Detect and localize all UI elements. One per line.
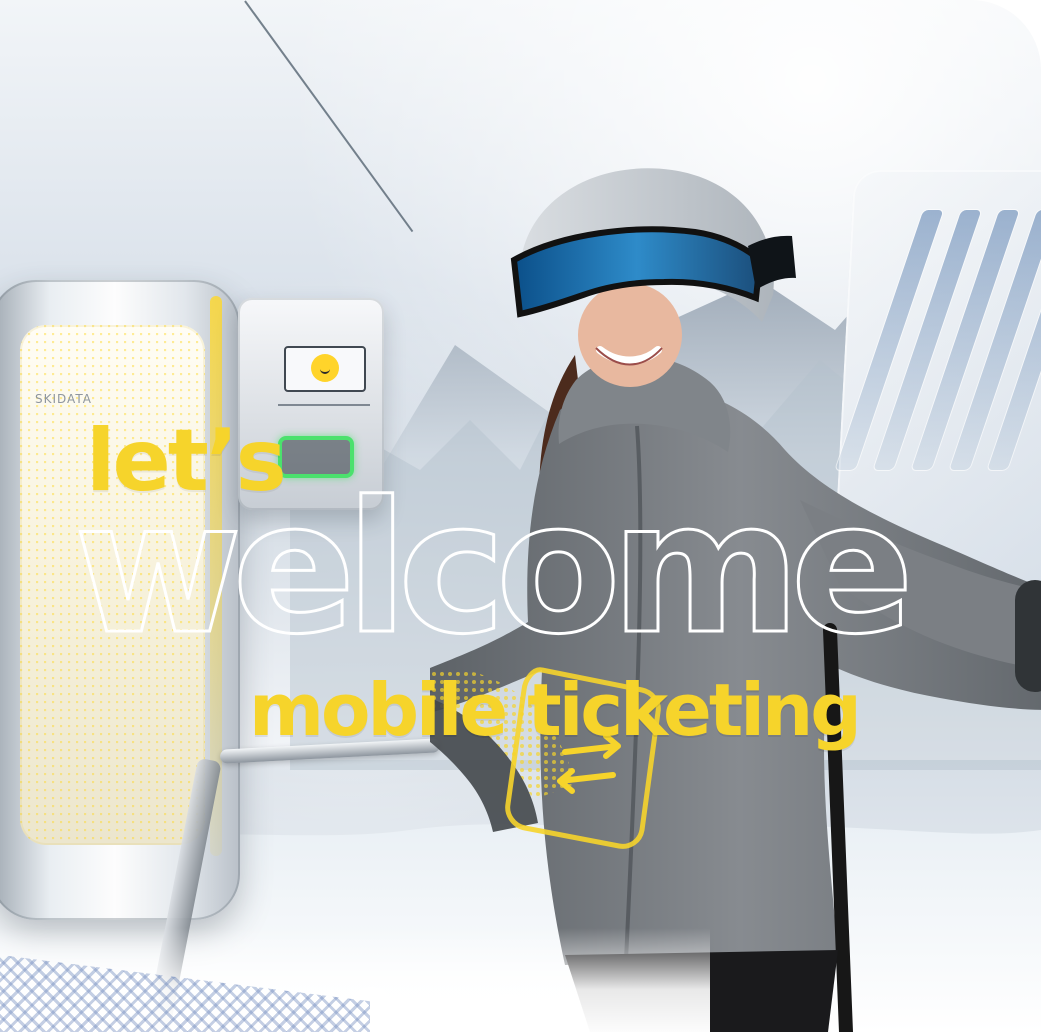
hero-banner: SKIDATA let’s welcome mobile ticketing (0, 0, 1041, 1032)
ticket-reader (238, 298, 384, 510)
glove-right (1015, 580, 1041, 692)
smiley-face-icon (284, 346, 366, 392)
face (578, 283, 682, 387)
skidata-logo: SKIDATA (35, 392, 92, 406)
reader-label-strip (278, 404, 370, 406)
cableway-line (244, 0, 414, 233)
skier (430, 168, 1041, 1032)
jacket (430, 385, 1041, 965)
scanner-window (278, 436, 354, 478)
turnstile-arm (219, 738, 441, 764)
